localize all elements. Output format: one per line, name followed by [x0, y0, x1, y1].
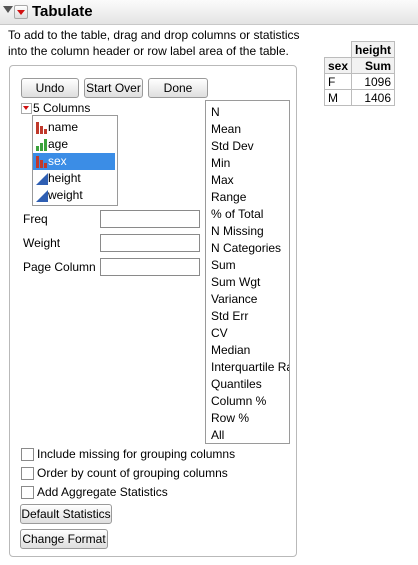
list-item-stat[interactable]: Quantiles: [211, 377, 262, 391]
list-item-height[interactable]: height: [33, 170, 115, 187]
cell-value: 1096: [351, 73, 396, 90]
title-bar: Tabulate: [0, 0, 418, 25]
instructions-line-2: into the column header or row label area…: [8, 44, 289, 58]
cell-value: 1406: [351, 89, 396, 106]
page-column-drop-zone[interactable]: [100, 258, 200, 276]
table-corner: [324, 41, 353, 58]
list-item-stat[interactable]: Variance: [211, 292, 257, 306]
list-item-stat[interactable]: Min: [211, 156, 230, 170]
red-triangle-menu-icon[interactable]: [14, 5, 28, 19]
list-item-age[interactable]: age: [33, 136, 115, 153]
column-list[interactable]: name age sex height weight: [32, 115, 118, 206]
statistics-list[interactable]: N Mean Std Dev Min Max Range % of Total …: [205, 100, 290, 444]
list-item-name[interactable]: name: [33, 119, 115, 136]
continuous-triangle-icon: [36, 190, 48, 202]
page-column-label: Page Column: [23, 260, 96, 274]
disclosure-triangle-icon[interactable]: [3, 6, 13, 13]
list-item-sex[interactable]: sex: [33, 153, 115, 170]
list-item-stat[interactable]: Column %: [211, 394, 266, 408]
done-button[interactable]: Done: [148, 78, 208, 98]
list-item-weight[interactable]: weight: [33, 187, 115, 204]
freq-label: Freq: [23, 212, 48, 226]
list-item-stat[interactable]: % of Total: [211, 207, 263, 221]
nominal-bar-icon: [36, 122, 47, 134]
table-row: M 1406: [323, 89, 396, 106]
list-item-stat[interactable]: Std Dev: [211, 139, 254, 153]
change-format-button[interactable]: Change Format: [20, 529, 108, 549]
column-label: height: [48, 171, 81, 185]
list-item-stat[interactable]: Max: [211, 173, 234, 187]
list-item-stat[interactable]: Sum: [211, 258, 236, 272]
order-by-count-checkbox[interactable]: [21, 467, 34, 480]
list-item-stat[interactable]: All: [211, 428, 224, 442]
window-title: Tabulate: [32, 3, 93, 20]
continuous-triangle-icon: [36, 173, 48, 185]
ordinal-bar-icon: [36, 139, 47, 151]
list-item-stat[interactable]: N Missing: [211, 224, 264, 238]
column-label: age: [48, 137, 69, 151]
list-item-stat[interactable]: Std Err: [211, 309, 248, 323]
add-aggregate-label: Add Aggregate Statistics: [37, 485, 168, 499]
weight-label: Weight: [23, 236, 61, 250]
default-statistics-button[interactable]: Default Statistics: [20, 504, 112, 524]
row-header-sex[interactable]: sex: [323, 57, 353, 74]
include-missing-checkbox[interactable]: [21, 448, 34, 461]
list-item-stat[interactable]: Median: [211, 343, 250, 357]
weight-drop-zone[interactable]: [100, 234, 200, 252]
order-by-count-label: Order by count of grouping columns: [37, 466, 228, 480]
list-item-stat[interactable]: Row %: [211, 411, 249, 425]
instructions: To add to the table, drag and drop colum…: [8, 27, 308, 59]
list-item-stat[interactable]: CV: [211, 326, 228, 340]
row-label[interactable]: F: [323, 73, 353, 90]
stat-header-sum[interactable]: Sum: [351, 57, 396, 74]
add-aggregate-checkbox[interactable]: [21, 486, 34, 499]
row-label[interactable]: M: [323, 89, 353, 106]
table-row: F 1096: [323, 73, 396, 90]
instructions-line-1: To add to the table, drag and drop colum…: [8, 28, 300, 42]
list-item-stat[interactable]: Mean: [211, 122, 241, 136]
list-item-stat[interactable]: Range: [211, 190, 246, 204]
column-label: weight: [48, 188, 83, 202]
list-item-stat[interactable]: Sum Wgt: [211, 275, 260, 289]
list-item-stat[interactable]: N: [211, 105, 220, 119]
include-missing-label: Include missing for grouping columns: [37, 447, 236, 461]
result-table[interactable]: height sex Sum F 1096 M 1406: [323, 41, 396, 106]
column-label: name: [48, 120, 79, 134]
column-header-height[interactable]: height: [351, 41, 396, 58]
nominal-bar-icon: [36, 156, 47, 168]
column-label: sex: [48, 154, 67, 168]
undo-button[interactable]: Undo: [21, 78, 79, 98]
column-count-label: 5 Columns: [33, 101, 91, 115]
columns-menu-icon[interactable]: [21, 103, 32, 114]
list-item-stat[interactable]: N Categories: [211, 241, 281, 255]
list-item-stat[interactable]: Interquartile Range: [211, 360, 289, 374]
start-over-button[interactable]: Start Over: [84, 78, 143, 98]
freq-drop-zone[interactable]: [100, 210, 200, 228]
